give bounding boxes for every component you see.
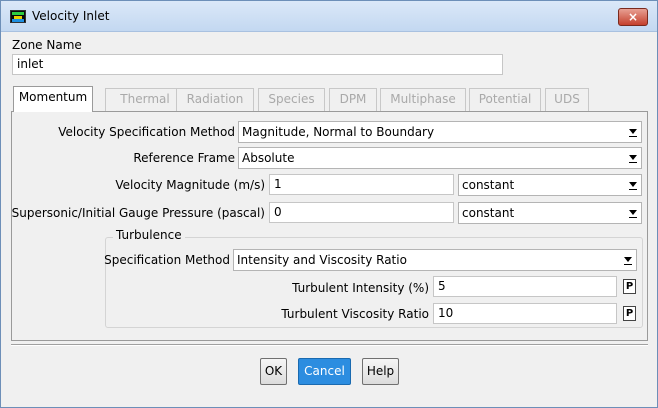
tab-potential[interactable]: Potential xyxy=(469,88,541,111)
turbulence-spec-label: Specification Method xyxy=(104,253,230,267)
ok-button[interactable]: OK xyxy=(260,358,287,385)
fluent-app-icon xyxy=(10,10,26,23)
turbulence-spec-dropdown[interactable]: Intensity and Viscosity Ratio xyxy=(233,249,637,271)
help-button[interactable]: Help xyxy=(362,358,399,385)
tab-thermal[interactable]: Thermal xyxy=(105,88,185,111)
tab-species[interactable]: Species xyxy=(258,88,325,111)
chevron-down-icon xyxy=(629,208,638,219)
velocity-magnitude-label: Velocity Magnitude (m/s) xyxy=(115,178,265,192)
velocity-spec-dropdown[interactable]: Magnitude, Normal to Boundary xyxy=(238,121,642,143)
zone-name-label: Zone Name xyxy=(12,38,82,52)
velocity-spec-value: Magnitude, Normal to Boundary xyxy=(242,125,435,139)
tab-dpm[interactable]: DPM xyxy=(329,88,377,111)
velocity-magnitude-profile-value: constant xyxy=(462,178,515,192)
parameter-button[interactable]: P xyxy=(623,306,636,321)
window-title: Velocity Inlet xyxy=(32,9,110,23)
velocity-magnitude-profile-dropdown[interactable]: constant xyxy=(458,174,642,196)
gauge-pressure-label: Supersonic/Initial Gauge Pressure (pasca… xyxy=(11,206,265,220)
reference-frame-label: Reference Frame xyxy=(133,151,235,165)
reference-frame-value: Absolute xyxy=(242,151,295,165)
turbulent-viscosity-ratio-label: Turbulent Viscosity Ratio xyxy=(281,307,429,321)
chevron-down-icon xyxy=(629,127,638,138)
velocity-inlet-dialog: Velocity Inlet × Zone Name inlet Momentu… xyxy=(0,0,658,408)
close-icon[interactable]: × xyxy=(618,8,648,26)
tab-uds[interactable]: UDS xyxy=(545,88,589,111)
title-bar[interactable]: Velocity Inlet × xyxy=(1,1,657,32)
gauge-pressure-profile-value: constant xyxy=(462,206,515,220)
chevron-down-icon xyxy=(629,153,638,164)
parameter-button[interactable]: P xyxy=(623,279,636,294)
chevron-down-icon xyxy=(624,255,633,266)
footer-separator xyxy=(11,344,648,346)
velocity-spec-label: Velocity Specification Method xyxy=(58,125,235,139)
gauge-pressure-profile-dropdown[interactable]: constant xyxy=(458,202,642,224)
zone-name-input[interactable]: inlet xyxy=(12,54,503,75)
turbulence-spec-value: Intensity and Viscosity Ratio xyxy=(237,253,407,267)
cancel-button[interactable]: Cancel xyxy=(298,358,351,385)
tab-momentum[interactable]: Momentum xyxy=(13,86,93,112)
turbulent-viscosity-ratio-input[interactable]: 10 xyxy=(433,303,617,324)
velocity-magnitude-input[interactable]: 1 xyxy=(269,174,454,195)
turbulent-intensity-input[interactable]: 5 xyxy=(433,276,617,297)
chevron-down-icon xyxy=(629,180,638,191)
turbulent-intensity-label: Turbulent Intensity (%) xyxy=(292,281,429,295)
gauge-pressure-input[interactable]: 0 xyxy=(269,202,454,223)
tab-multiphase[interactable]: Multiphase xyxy=(380,88,466,111)
tab-radiation[interactable]: Radiation xyxy=(176,88,254,111)
turbulence-group-title: Turbulence xyxy=(113,228,185,242)
reference-frame-dropdown[interactable]: Absolute xyxy=(238,147,642,169)
